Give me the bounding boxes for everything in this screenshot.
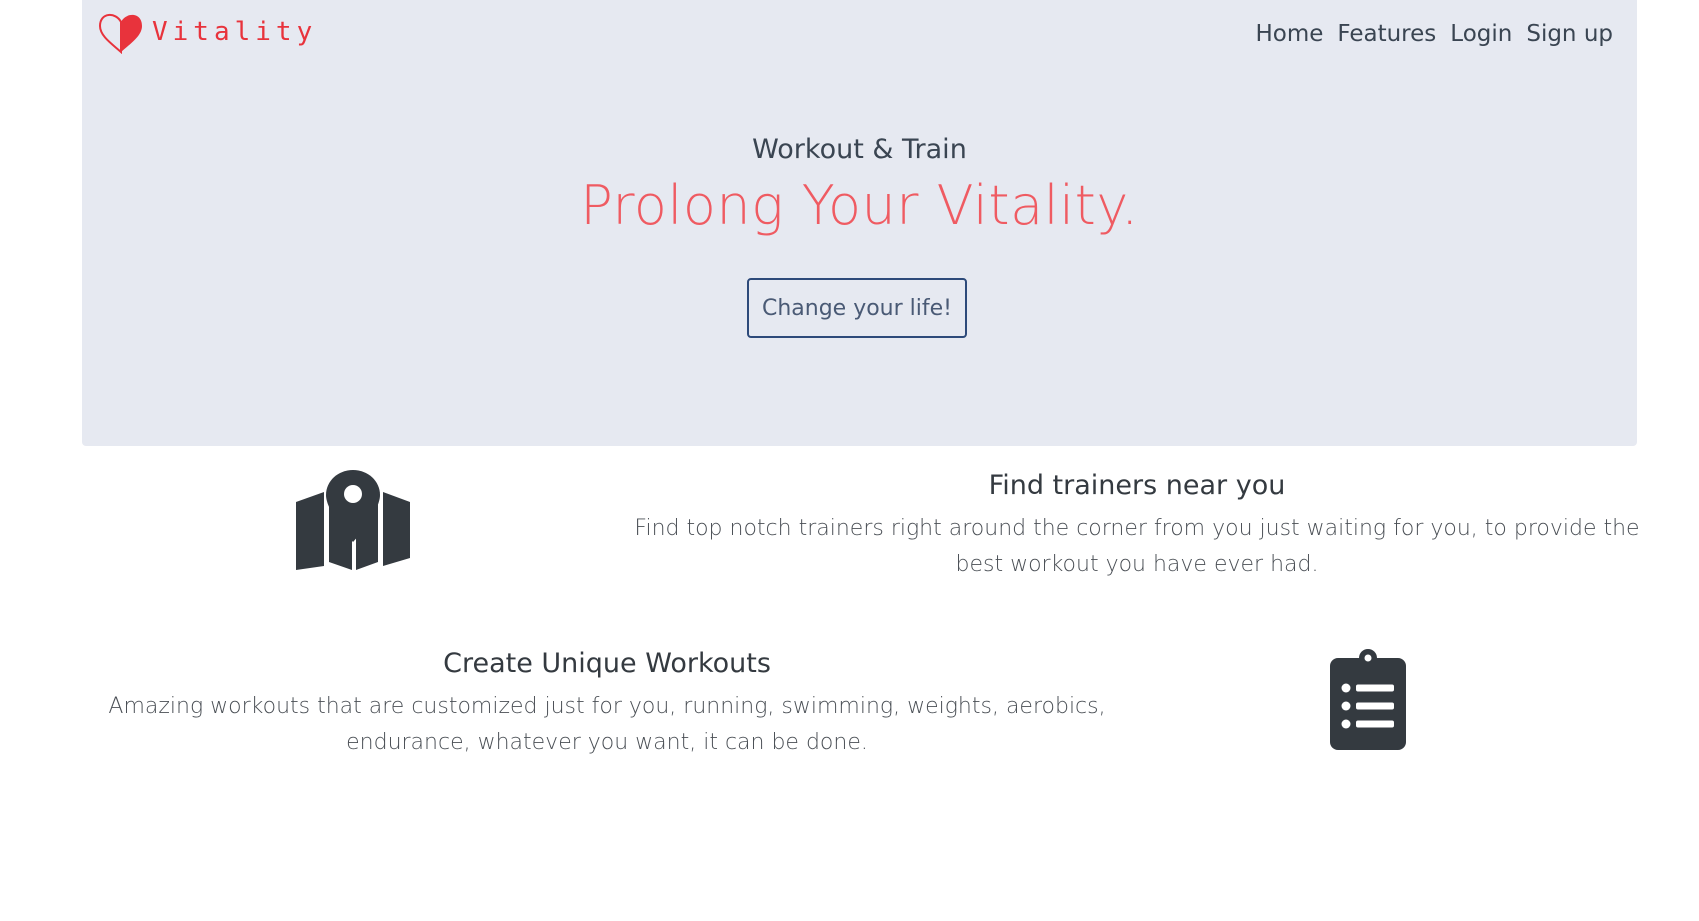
change-your-life-button[interactable]: Change your life! [747, 278, 967, 338]
brand-logo-link[interactable]: Vitality [98, 10, 317, 54]
feature-trainers-description: Find top notch trainers right around the… [634, 516, 1640, 577]
hero-subtitle: Workout & Train [752, 134, 967, 165]
nav-login[interactable]: Login [1450, 17, 1512, 51]
heart-logo-icon [98, 14, 142, 54]
feature-workouts-text: Create Unique Workouts Amazing workouts … [82, 648, 1132, 761]
feature-trainers-text: Find trainers near you Find top notch tr… [622, 470, 1652, 583]
hero-title: Prolong Your Vitality. [580, 174, 1139, 237]
map-marker-icon [296, 470, 410, 570]
clipboard-list-icon [1330, 649, 1406, 750]
hero-section: Workout & Train Prolong Your Vitality. C… [82, 72, 1637, 446]
brand-name: Vitality [152, 17, 318, 47]
page-container: Vitality Home Features Login Sign up Wor… [82, 0, 1640, 755]
nav-sign-up[interactable]: Sign up [1526, 17, 1613, 51]
feature-workouts-title: Create Unique Workouts [443, 648, 771, 679]
navbar: Vitality Home Features Login Sign up [82, 0, 1637, 72]
main-nav: Home Features Login Sign up [1255, 17, 1613, 51]
feature-workouts-description: Amazing workouts that are customized jus… [108, 694, 1106, 755]
nav-features[interactable]: Features [1337, 17, 1436, 51]
nav-home[interactable]: Home [1255, 17, 1323, 51]
feature-trainers-title: Find trainers near you [988, 470, 1286, 501]
